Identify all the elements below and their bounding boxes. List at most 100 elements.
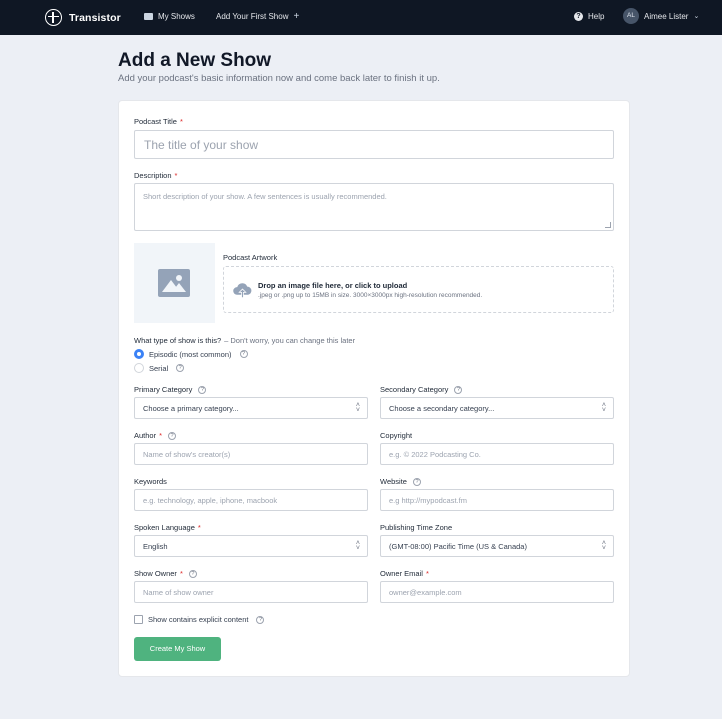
brand-link[interactable]: Transistor bbox=[45, 9, 121, 26]
radio-episodic-label: Episodic (most common) bbox=[149, 349, 232, 359]
help-circle-icon[interactable]: ? bbox=[239, 350, 248, 358]
explicit-label: Show contains explicit content bbox=[148, 615, 249, 624]
brand-name: Transistor bbox=[69, 11, 121, 24]
required-marker: * bbox=[197, 523, 201, 532]
show-type-hint: – Don't worry, you can change this later bbox=[224, 336, 356, 345]
select-chevron-icon: ˄ ˅ bbox=[601, 540, 606, 552]
keywords-placeholder: e.g. technology, apple, iphone, macbook bbox=[143, 495, 278, 505]
secondary-category-label-text: Secondary Category bbox=[380, 385, 449, 394]
show-owner-input[interactable]: Name of show owner bbox=[134, 581, 368, 603]
cloud-upload-icon bbox=[233, 283, 252, 298]
nav-add-show-label: Add Your First Show bbox=[216, 12, 289, 21]
page-title: Add a New Show bbox=[118, 50, 272, 71]
show-type-question: What type of show is this? – Don't worry… bbox=[134, 336, 355, 345]
author-input[interactable]: Name of show's creator(s) bbox=[134, 443, 368, 465]
spoken-language-value: English bbox=[143, 541, 168, 551]
radio-button[interactable] bbox=[134, 363, 144, 373]
description-label-text: Description bbox=[134, 171, 172, 180]
time-zone-select[interactable]: (GMT-08:00) Pacific Time (US & Canada) ˄… bbox=[380, 535, 614, 557]
help-circle-icon[interactable]: ? bbox=[256, 615, 265, 624]
radio-serial-label: Serial bbox=[149, 363, 169, 373]
nav-my-shows-label: My Shows bbox=[158, 12, 195, 21]
secondary-category-label: Secondary Category ? bbox=[380, 385, 463, 394]
required-marker: * bbox=[179, 569, 183, 578]
explicit-checkbox[interactable] bbox=[134, 615, 143, 624]
resize-handle[interactable] bbox=[605, 222, 611, 228]
website-placeholder: e.g http://mypodcast.fm bbox=[389, 495, 467, 505]
user-menu[interactable]: AL Aimee Lister ⌄ bbox=[623, 8, 699, 24]
secondary-category-value: Choose a secondary category... bbox=[389, 403, 495, 413]
owner-email-label: Owner Email * bbox=[380, 569, 429, 578]
help-circle-icon[interactable]: ? bbox=[454, 385, 463, 394]
author-label: Author * ? bbox=[134, 431, 177, 440]
website-label: Website ? bbox=[380, 477, 421, 486]
help-circle-icon[interactable]: ? bbox=[198, 385, 207, 394]
page-subtitle: Add your podcast's basic information now… bbox=[118, 73, 440, 84]
keywords-label: Keywords bbox=[134, 477, 167, 486]
required-marker: * bbox=[179, 117, 183, 126]
shows-icon bbox=[144, 13, 153, 20]
podcast-title-placeholder: The title of your show bbox=[144, 137, 259, 152]
author-label-text: Author bbox=[134, 431, 157, 440]
explicit-checkbox-row[interactable]: Show contains explicit content ? bbox=[134, 615, 265, 624]
keywords-input[interactable]: e.g. technology, apple, iphone, macbook bbox=[134, 489, 368, 511]
primary-category-select[interactable]: Choose a primary category... ˄ ˅ bbox=[134, 397, 368, 419]
primary-category-value: Choose a primary category... bbox=[143, 403, 239, 413]
podcast-title-input[interactable]: The title of your show bbox=[134, 130, 614, 159]
select-chevron-icon: ˄ ˅ bbox=[601, 402, 606, 414]
copyright-label: Copyright bbox=[380, 431, 413, 440]
radio-button-selected[interactable] bbox=[134, 349, 144, 359]
required-marker: * bbox=[425, 569, 429, 578]
show-owner-label: Show Owner * ? bbox=[134, 569, 197, 578]
nav-add-show[interactable]: Add Your First Show + bbox=[216, 10, 300, 22]
show-owner-label-text: Show Owner bbox=[134, 569, 177, 578]
dropzone-title: Drop an image file here, or click to upl… bbox=[258, 281, 408, 290]
primary-category-label: Primary Category ? bbox=[134, 385, 207, 394]
radio-serial[interactable]: Serial ? bbox=[134, 363, 185, 373]
secondary-category-select[interactable]: Choose a secondary category... ˄ ˅ bbox=[380, 397, 614, 419]
radio-episodic[interactable]: Episodic (most common) ? bbox=[134, 349, 248, 359]
user-name: Aimee Lister bbox=[644, 11, 689, 21]
create-show-button[interactable]: Create My Show bbox=[134, 637, 221, 661]
time-zone-label: Publishing Time Zone bbox=[380, 523, 453, 532]
required-marker: * bbox=[159, 431, 163, 440]
plus-icon: + bbox=[293, 10, 300, 22]
artwork-dropzone[interactable]: Drop an image file here, or click to upl… bbox=[223, 266, 614, 313]
required-marker: * bbox=[174, 171, 178, 180]
description-label: Description * bbox=[134, 171, 177, 180]
spoken-language-label-text: Spoken Language bbox=[134, 523, 195, 532]
select-chevron-icon: ˄ ˅ bbox=[355, 402, 360, 414]
transistor-logo-icon bbox=[45, 9, 62, 26]
podcast-title-label-text: Podcast Title bbox=[134, 117, 177, 126]
website-input[interactable]: e.g http://mypodcast.fm bbox=[380, 489, 614, 511]
copyright-placeholder: e.g. © 2022 Podcasting Co. bbox=[389, 449, 481, 459]
help-circle-icon[interactable]: ? bbox=[412, 477, 421, 486]
help-circle-icon[interactable]: ? bbox=[188, 569, 197, 578]
new-show-form: Podcast Title * The title of your show De… bbox=[118, 100, 630, 677]
artwork-preview bbox=[134, 243, 215, 323]
avatar: AL bbox=[623, 8, 639, 24]
top-nav: Transistor My Shows Add Your First Show … bbox=[0, 0, 722, 35]
description-textarea[interactable]: Short description of your show. A few se… bbox=[134, 183, 614, 231]
nav-help[interactable]: ? Help bbox=[574, 12, 604, 21]
help-circle-icon[interactable]: ? bbox=[176, 364, 185, 372]
show-owner-placeholder: Name of show owner bbox=[143, 587, 214, 597]
help-circle-icon[interactable]: ? bbox=[168, 431, 177, 440]
podcast-title-label: Podcast Title * bbox=[134, 117, 183, 126]
help-icon: ? bbox=[574, 12, 583, 21]
time-zone-value: (GMT-08:00) Pacific Time (US & Canada) bbox=[389, 541, 527, 551]
author-placeholder: Name of show's creator(s) bbox=[143, 449, 231, 459]
owner-email-placeholder: owner@example.com bbox=[389, 587, 462, 597]
nav-my-shows[interactable]: My Shows bbox=[144, 12, 195, 21]
primary-category-label-text: Primary Category bbox=[134, 385, 193, 394]
copyright-input[interactable]: e.g. © 2022 Podcasting Co. bbox=[380, 443, 614, 465]
select-chevron-icon: ˄ ˅ bbox=[355, 540, 360, 552]
description-placeholder: Short description of your show. A few se… bbox=[143, 192, 387, 201]
show-type-question-text: What type of show is this? bbox=[134, 336, 222, 345]
spoken-language-label: Spoken Language * bbox=[134, 523, 201, 532]
owner-email-input[interactable]: owner@example.com bbox=[380, 581, 614, 603]
image-placeholder-icon bbox=[158, 269, 190, 297]
spoken-language-select[interactable]: English ˄ ˅ bbox=[134, 535, 368, 557]
dropzone-subtitle: .jpeg or .png up to 15MB in size. 3000×3… bbox=[258, 292, 483, 299]
chevron-down-icon: ⌄ bbox=[693, 13, 700, 20]
